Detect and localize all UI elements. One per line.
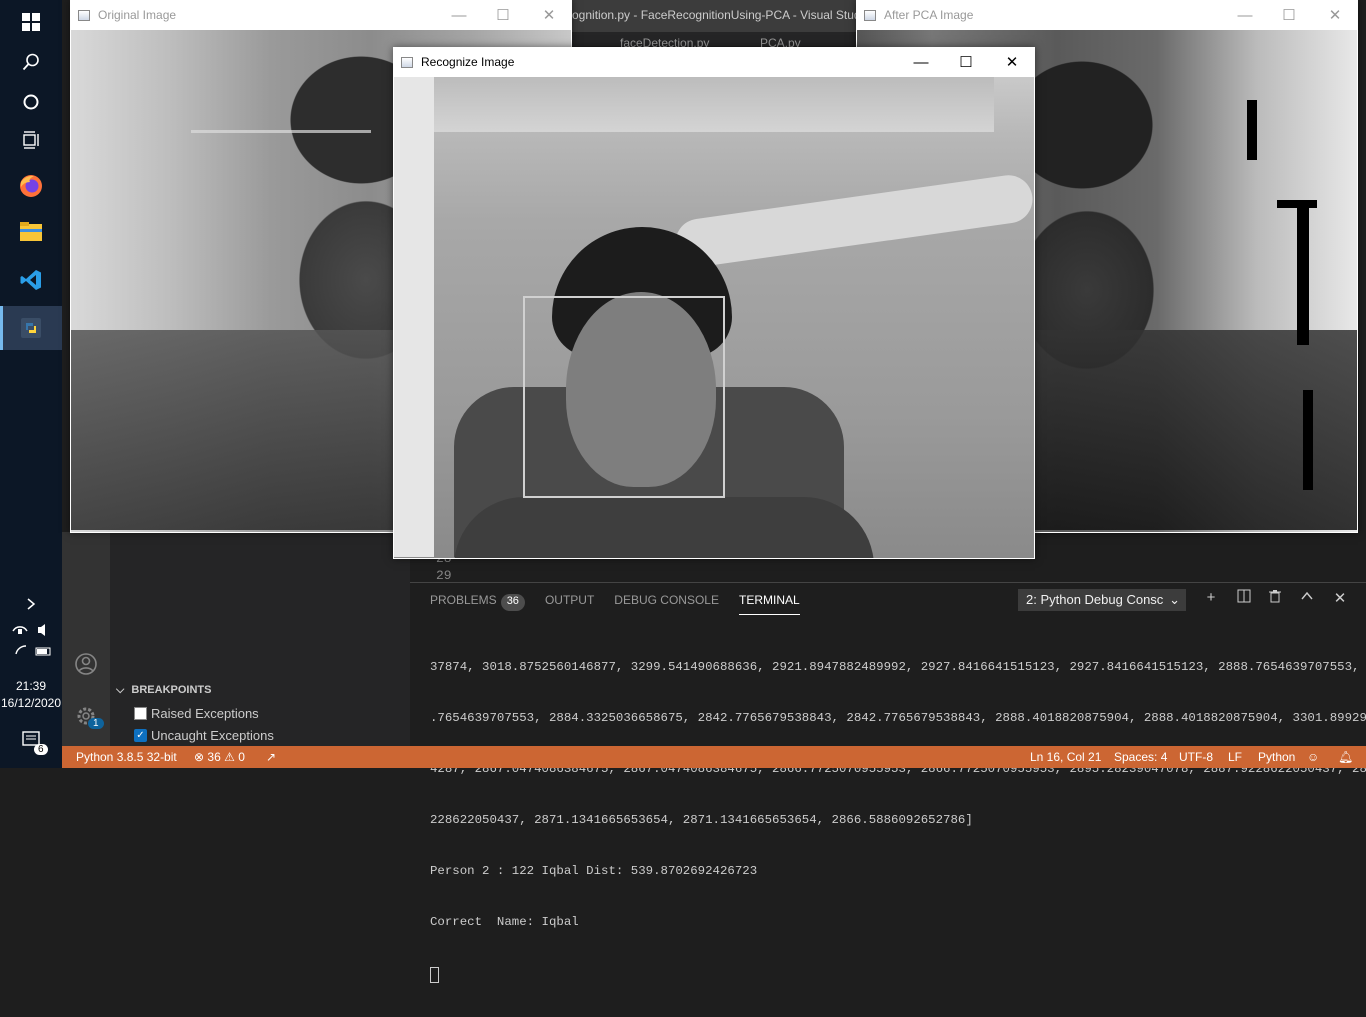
task-view-icon[interactable]	[0, 118, 62, 162]
terminal-line: 228622050437, 2871.1341665653654, 2871.1…	[430, 813, 973, 827]
terminal-select[interactable]: 2: Python Debug Consc ⌄	[1018, 589, 1186, 611]
webcam-frame-image	[394, 77, 1034, 558]
recognize-image-window[interactable]: Recognize Image — ☐ ✕	[393, 47, 1035, 559]
maximize-icon[interactable]: ☐	[1266, 0, 1312, 30]
tab-output[interactable]: OUTPUT	[545, 593, 594, 615]
vscode-window-title: cognition.py - FaceRecognitionUsing-PCA …	[566, 8, 864, 22]
window-icon	[401, 56, 413, 68]
chevron-down-icon: ⌄	[1169, 592, 1180, 607]
line-number: 29	[436, 568, 452, 583]
vscode-titlebar: cognition.py - FaceRecognitionUsing-PCA …	[560, 0, 864, 50]
window-icon	[864, 9, 876, 21]
arm	[672, 172, 1034, 270]
close-icon[interactable]: ✕	[526, 0, 572, 30]
panel-tabs: PROBLEMS 36 OUTPUT DEBUG CONSOLE TERMINAL	[430, 593, 800, 615]
clock-date: 16/12/2020	[0, 696, 62, 710]
vscode-statusbar: Python 3.8.5 32-bit ⊗ 36 ⚠ 0 ↗ Ln 16, Co…	[62, 746, 1366, 768]
problems-count-badge: 36	[500, 594, 525, 611]
tab-terminal[interactable]: TERMINAL	[738, 593, 800, 615]
face-detection-box	[523, 296, 725, 498]
breakpoints-header[interactable]: ⌵ BREAKPOINTS	[116, 684, 211, 697]
vscode-icon[interactable]	[0, 258, 62, 302]
chevron-down-icon: ⌵	[116, 684, 125, 696]
ceiling	[434, 77, 994, 132]
vscode-activity-bar: 1	[62, 532, 110, 746]
close-icon[interactable]: ✕	[1312, 0, 1358, 30]
encoding[interactable]: UTF-8	[1179, 746, 1213, 768]
chevron-up-icon[interactable]	[0, 584, 62, 624]
search-icon[interactable]	[0, 40, 62, 84]
window-title: After PCA Image	[884, 8, 974, 22]
breakpoint-raised-exceptions[interactable]: Raised Exceptions	[134, 706, 259, 721]
cursor-position[interactable]: Ln 16, Col 21	[1030, 746, 1101, 768]
windows-taskbar: 21:39 16/12/2020 6	[0, 0, 62, 768]
terminal-cursor	[430, 967, 439, 983]
terminal-line: Correct Name: Iqbal	[430, 915, 579, 929]
vscode-sidebar: ⌵ BREAKPOINTS Raised Exceptions ✓ Uncaug…	[110, 532, 410, 746]
feedback-icon[interactable]: ☺	[1307, 746, 1319, 768]
terminal-output[interactable]: 37874, 3018.8752560146877, 3299.54149068…	[430, 625, 1366, 1017]
window-titlebar[interactable]: After PCA Image — ☐ ✕	[856, 0, 1358, 30]
vscode-panel: PROBLEMS 36 OUTPUT DEBUG CONSOLE TERMINAL…	[410, 582, 1366, 983]
python-icon[interactable]	[0, 306, 62, 350]
settings-badge: 1	[88, 718, 104, 729]
breakpoint-uncaught-exceptions[interactable]: ✓ Uncaught Exceptions	[134, 728, 274, 743]
system-tray	[10, 620, 54, 660]
maximize-panel-icon[interactable]	[1297, 589, 1317, 607]
language-mode[interactable]: Python	[1258, 746, 1295, 768]
checkbox-unchecked[interactable]	[134, 707, 147, 720]
eol[interactable]: LF	[1228, 746, 1242, 768]
terminal-line: Person 2 : 122 Iqbal Dist: 539.870269242…	[430, 864, 758, 878]
minimize-icon[interactable]: —	[436, 0, 482, 30]
window-icon	[78, 9, 90, 21]
clock-time: 21:39	[15, 679, 47, 693]
minimize-icon[interactable]: —	[898, 47, 944, 77]
trash-icon[interactable]	[1265, 589, 1285, 607]
problems-status[interactable]: ⊗ 36 ⚠ 0	[194, 746, 245, 768]
checkbox-checked[interactable]: ✓	[134, 729, 147, 742]
error-icon: ⊗	[194, 750, 205, 764]
terminal-line: .7654639707553, 2884.3325036658675, 2842…	[430, 711, 1366, 725]
python-interpreter[interactable]: Python 3.8.5 32-bit	[76, 746, 177, 768]
close-panel-icon[interactable]: ✕	[1330, 589, 1350, 607]
minimize-icon[interactable]: —	[1222, 0, 1268, 30]
settings-gear-icon[interactable]: 1	[74, 704, 104, 733]
file-explorer-icon[interactable]	[0, 210, 62, 254]
window-title: Recognize Image	[421, 55, 515, 69]
tab-debug-console[interactable]: DEBUG CONSOLE	[614, 593, 719, 615]
notification-icon[interactable]: 6	[0, 718, 62, 762]
new-terminal-icon[interactable]: +	[1201, 589, 1221, 606]
maximize-icon[interactable]: ☐	[480, 0, 526, 30]
account-icon[interactable]	[74, 652, 98, 681]
taskbar-clock[interactable]: 21:39 16/12/2020	[0, 678, 62, 712]
warning-icon: ⚠	[224, 750, 235, 764]
shirt	[454, 497, 874, 558]
split-terminal-icon[interactable]	[1234, 589, 1254, 607]
notification-badge: 6	[34, 744, 48, 755]
left-wall	[394, 77, 434, 557]
close-icon[interactable]: ✕	[989, 47, 1035, 77]
firefox-icon[interactable]	[0, 164, 62, 208]
terminal-line: 37874, 3018.8752560146877, 3299.54149068…	[430, 660, 1366, 674]
indentation[interactable]: Spaces: 4	[1114, 746, 1167, 768]
tab-problems[interactable]: PROBLEMS 36	[430, 593, 525, 615]
window-titlebar[interactable]: Original Image — ☐ ✕	[70, 0, 572, 30]
window-title: Original Image	[98, 8, 177, 22]
live-share-icon[interactable]: ↗	[266, 746, 276, 768]
maximize-icon[interactable]: ☐	[943, 47, 989, 77]
bell-icon[interactable]: 🔔︎	[1338, 746, 1353, 768]
windows-start-icon[interactable]	[0, 0, 62, 44]
window-titlebar[interactable]: Recognize Image — ☐ ✕	[393, 47, 1035, 77]
